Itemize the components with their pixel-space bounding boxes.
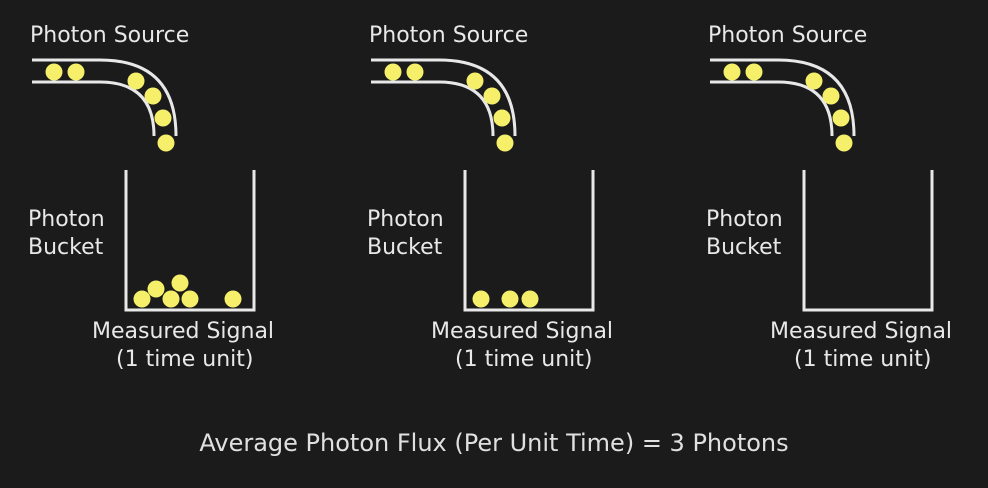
photon-source-label: Photon Source <box>708 23 868 48</box>
photon-bucket-label: Photon Bucket <box>367 206 444 262</box>
bucket-photon <box>147 280 165 298</box>
bucket-photon <box>501 290 519 308</box>
measured-signal-label: Measured Signal <box>431 319 614 344</box>
photon <box>832 109 850 127</box>
photon <box>835 134 853 152</box>
bucket-photon <box>162 290 180 308</box>
time-unit-label: (1 time unit) <box>116 347 254 372</box>
time-unit-label: (1 time unit) <box>794 347 932 372</box>
photon <box>822 87 840 105</box>
bucket-photon <box>181 290 199 308</box>
bucket-label-line2: Bucket <box>28 235 104 260</box>
bucket-label-line1: Photon <box>28 207 105 232</box>
photon <box>127 72 145 90</box>
photon <box>45 63 63 81</box>
photon <box>67 63 85 81</box>
photon <box>384 63 402 81</box>
bucket-photon <box>224 290 242 308</box>
photon <box>157 134 175 152</box>
photon-bucket <box>124 170 256 312</box>
measured-signal-label: Measured Signal <box>92 319 275 344</box>
photon <box>406 63 424 81</box>
panel-3: Photon Source Photon Bucket Measured Sig… <box>678 0 988 400</box>
bucket-label-line1: Photon <box>706 207 783 232</box>
photon <box>483 87 501 105</box>
bucket-photon <box>472 290 490 308</box>
panel-1: Photon Source Photon Bucket Measured Sig… <box>0 0 330 400</box>
panel-2: Photon Source Photon Bucket Measured Sig… <box>339 0 669 400</box>
photon-bucket-label: Photon Bucket <box>706 206 783 262</box>
photon <box>144 87 162 105</box>
bucket-label-line2: Bucket <box>367 235 443 260</box>
photon <box>493 109 511 127</box>
photon <box>496 134 514 152</box>
time-unit-label: (1 time unit) <box>455 347 593 372</box>
bucket-photon <box>171 274 189 292</box>
photon <box>745 63 763 81</box>
bucket-label-line1: Photon <box>367 207 444 232</box>
average-photon-flux-caption: Average Photon Flux (Per Unit Time) = 3 … <box>199 429 789 457</box>
photon <box>723 63 741 81</box>
measured-signal-label: Measured Signal <box>770 319 953 344</box>
photon-bucket <box>463 170 595 312</box>
bucket-photon <box>133 290 151 308</box>
photon <box>805 72 823 90</box>
photon-source-label: Photon Source <box>30 23 190 48</box>
bucket-label-line2: Bucket <box>706 235 782 260</box>
photon-source-label: Photon Source <box>369 23 529 48</box>
bucket-photon <box>521 290 539 308</box>
photon-bucket <box>802 170 934 312</box>
photon-bucket-label: Photon Bucket <box>28 206 105 262</box>
photon <box>154 109 172 127</box>
photon <box>466 72 484 90</box>
